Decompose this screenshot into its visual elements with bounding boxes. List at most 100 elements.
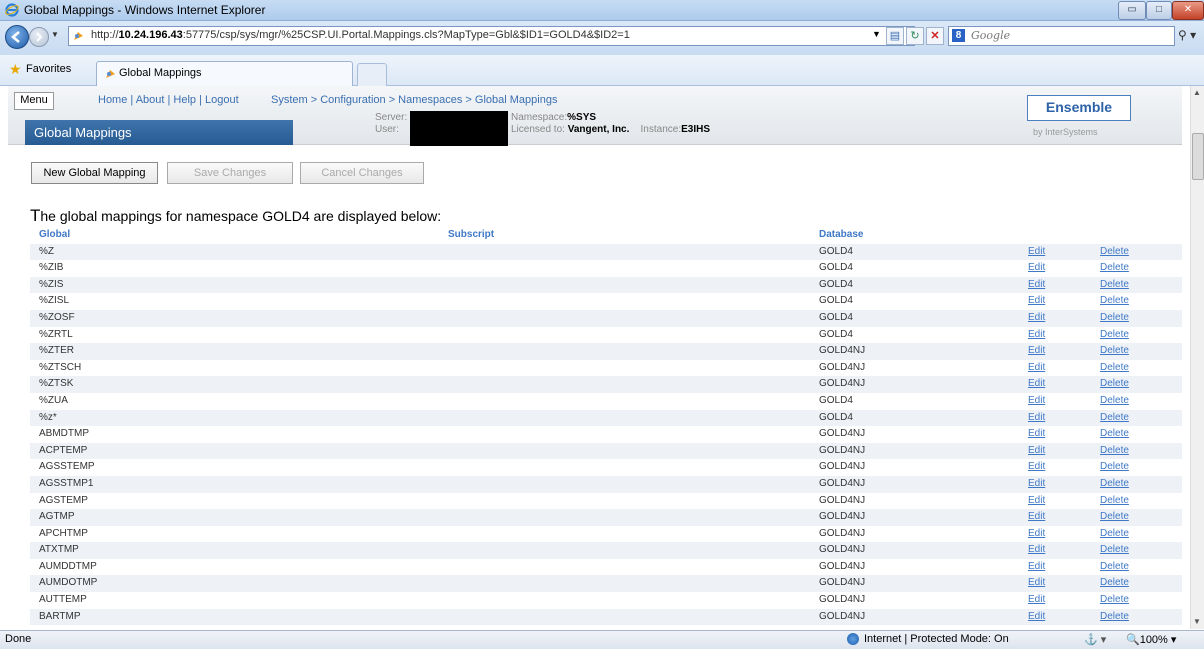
database-cell: GOLD4NJ [819,361,866,373]
edit-link[interactable]: Edit [1028,360,1045,376]
scroll-up-icon[interactable]: ▲ [1193,88,1201,97]
scrollbar-thumb[interactable] [1192,133,1204,180]
database-cell: GOLD4NJ [819,428,866,440]
tab-global-mappings[interactable]: Global Mappings [96,61,353,86]
edit-link[interactable]: Edit [1028,509,1045,525]
close-button[interactable]: ✕ [1172,1,1204,20]
delete-link[interactable]: Delete [1100,260,1129,276]
favorites-star-icon[interactable]: ★ [9,61,22,78]
table-row: %z* GOLD4 Edit Delete [30,409,1182,427]
security-zone[interactable]: Internet | Protected Mode: On [864,633,1009,645]
history-dropdown-icon[interactable]: ▼ [51,30,59,39]
delete-link[interactable]: Delete [1100,575,1129,591]
refresh-icon[interactable]: ↻ [906,27,924,45]
edit-link[interactable]: Edit [1028,410,1045,426]
delete-link[interactable]: Delete [1100,542,1129,558]
delete-link[interactable]: Delete [1100,327,1129,343]
zoom-level[interactable]: 🔍100% ▾ [1126,633,1176,646]
breadcrumb[interactable]: System > Configuration > Namespaces > Gl… [271,94,557,106]
search-input[interactable]: 8 Google [948,26,1175,46]
maximize-button[interactable]: □ [1146,1,1172,20]
page-title-box: Global Mappings [25,120,293,145]
edit-link[interactable]: Edit [1028,459,1045,475]
table-row: BARTMP GOLD4NJ Edit Delete [30,608,1182,626]
new-global-mapping-button[interactable]: New Global Mapping [31,162,158,184]
global-cell: AGSSTMP1 [39,477,94,489]
vertical-scrollbar[interactable]: ▲ ▼ [1190,86,1204,629]
delete-link[interactable]: Delete [1100,443,1129,459]
header-links[interactable]: Home | About | Help | Logout [98,94,239,106]
menu-button[interactable]: Menu [14,92,54,110]
delete-link[interactable]: Delete [1100,526,1129,542]
user-label: User: [375,124,399,135]
global-cell: %ZTER [39,345,74,357]
protected-mode-icon[interactable]: ⚓ ▾ [1084,633,1106,646]
delete-link[interactable]: Delete [1100,459,1129,475]
global-cell: AGSSTEMP [39,461,95,473]
database-cell: GOLD4 [819,245,853,257]
delete-link[interactable]: Delete [1100,493,1129,509]
delete-link[interactable]: Delete [1100,293,1129,309]
edit-link[interactable]: Edit [1028,260,1045,276]
delete-link[interactable]: Delete [1100,509,1129,525]
table-row: ABMDTMP GOLD4NJ Edit Delete [30,426,1182,443]
edit-link[interactable]: Edit [1028,393,1045,409]
edit-link[interactable]: Edit [1028,592,1045,608]
edit-link[interactable]: Edit [1028,343,1045,359]
stop-icon[interactable]: ✕ [926,27,944,45]
edit-link[interactable]: Edit [1028,443,1045,459]
address-url[interactable]: http://10.24.196.43:57775/csp/sys/mgr/%2… [91,29,630,41]
back-arrow-icon [11,31,20,43]
edit-link[interactable]: Edit [1028,426,1045,442]
edit-link[interactable]: Edit [1028,609,1045,625]
new-tab-button[interactable] [357,63,387,86]
edit-link[interactable]: Edit [1028,293,1045,309]
delete-link[interactable]: Delete [1100,592,1129,608]
column-header-database[interactable]: Database [819,227,863,243]
back-button[interactable] [5,25,29,49]
edit-link[interactable]: Edit [1028,244,1045,260]
edit-link[interactable]: Edit [1028,493,1045,509]
edit-link[interactable]: Edit [1028,376,1045,392]
edit-link[interactable]: Edit [1028,476,1045,492]
column-header-global[interactable]: Global [39,227,70,243]
favorites-label[interactable]: Favorites [26,63,71,75]
save-changes-button[interactable]: Save Changes [167,162,293,184]
edit-link[interactable]: Edit [1028,277,1045,293]
address-bar[interactable]: http://10.24.196.43:57775/csp/sys/mgr/%2… [68,26,915,46]
delete-link[interactable]: Delete [1100,410,1129,426]
delete-link[interactable]: Delete [1100,476,1129,492]
cancel-changes-button[interactable]: Cancel Changes [300,162,424,184]
scroll-down-icon[interactable]: ▼ [1193,617,1201,626]
edit-link[interactable]: Edit [1028,559,1045,575]
edit-link[interactable]: Edit [1028,310,1045,326]
delete-link[interactable]: Delete [1100,609,1129,625]
global-cell: AUMDOTMP [39,577,98,589]
delete-link[interactable]: Delete [1100,244,1129,260]
delete-link[interactable]: Delete [1100,426,1129,442]
compatibility-view-icon[interactable]: ▤ [886,27,904,45]
database-cell: GOLD4NJ [819,544,866,556]
delete-link[interactable]: Delete [1100,277,1129,293]
delete-link[interactable]: Delete [1100,559,1129,575]
delete-link[interactable]: Delete [1100,376,1129,392]
edit-link[interactable]: Edit [1028,327,1045,343]
edit-link[interactable]: Edit [1028,542,1045,558]
table-row: %ZTSCH GOLD4NJ Edit Delete [30,359,1182,377]
edit-link[interactable]: Edit [1028,575,1045,591]
delete-link[interactable]: Delete [1100,360,1129,376]
address-dropdown-icon[interactable]: ▼ [872,29,881,39]
forward-button[interactable] [29,27,49,47]
column-header-subscript[interactable]: Subscript [448,227,494,243]
minimize-button[interactable]: ▭ [1118,1,1146,20]
table-row: AGSTEMP GOLD4NJ Edit Delete [30,492,1182,510]
server-label: Server: [375,112,408,123]
delete-link[interactable]: Delete [1100,310,1129,326]
delete-link[interactable]: Delete [1100,343,1129,359]
delete-link[interactable]: Delete [1100,393,1129,409]
edit-link[interactable]: Edit [1028,526,1045,542]
page-content: Menu Home | About | Help | Logout System… [8,86,1182,629]
database-cell: GOLD4NJ [819,560,866,572]
page-icon [74,32,83,40]
search-go-icon[interactable]: ⚲ ▾ [1178,28,1196,42]
